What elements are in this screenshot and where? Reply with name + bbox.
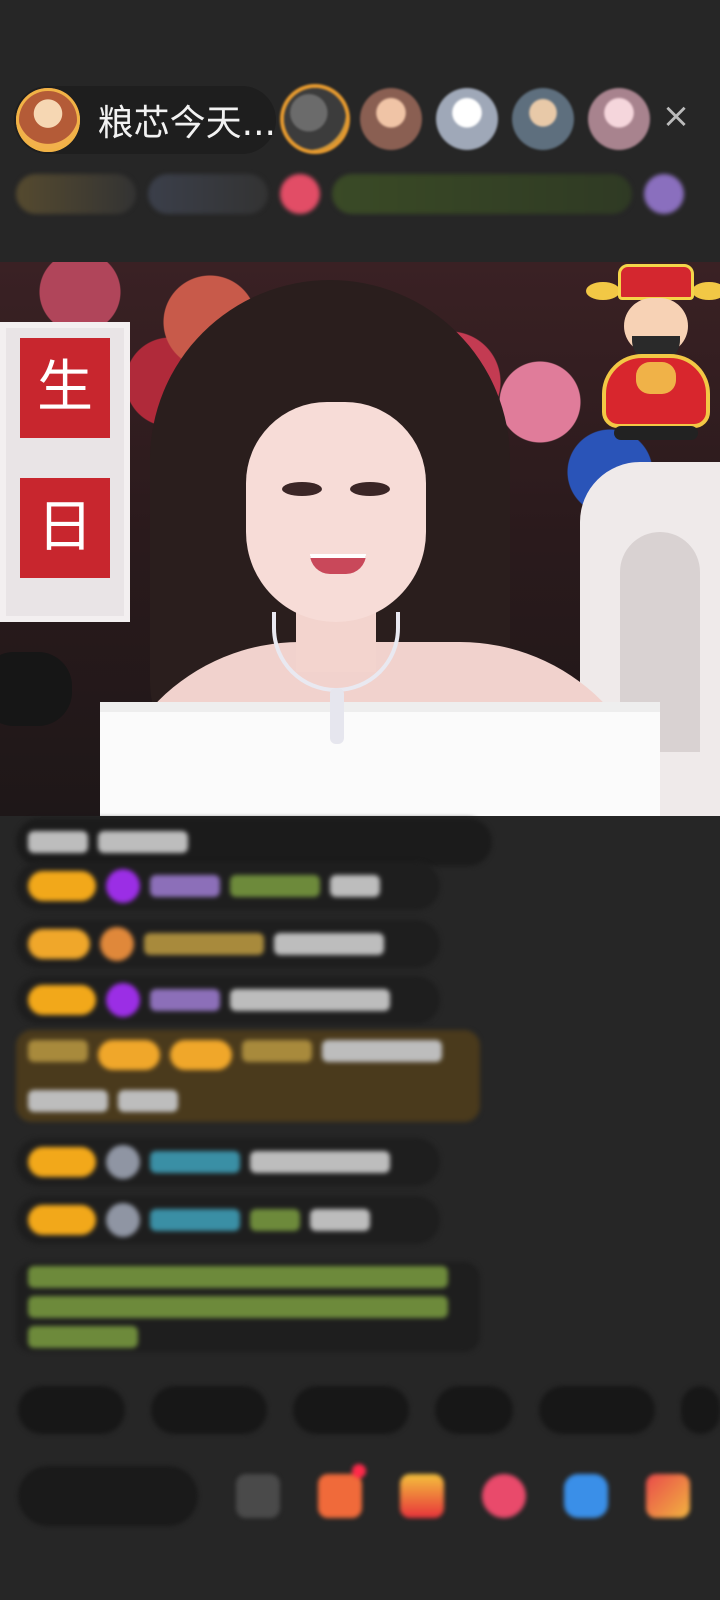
level-badge (28, 985, 96, 1015)
gem-icon (106, 983, 140, 1017)
chat-message[interactable] (16, 862, 440, 910)
gem-icon (106, 869, 140, 903)
status-badges-row (16, 172, 702, 216)
god-of-wealth-sticker-icon[interactable] (586, 264, 720, 444)
viewer-avatar[interactable] (588, 88, 650, 150)
viewer-avatar[interactable] (360, 88, 422, 150)
highlight-chat-message[interactable] (16, 1030, 480, 1122)
bottom-bar (18, 1456, 720, 1536)
quick-reply-row (18, 1386, 720, 1436)
level-badge (98, 1040, 160, 1070)
quick-reply-chip[interactable] (150, 1386, 267, 1434)
chat-message[interactable] (16, 976, 440, 1024)
host-info-pill[interactable]: 粮芯今天... (14, 86, 276, 154)
top-bar: 粮芯今天... × (14, 86, 706, 158)
chat-message[interactable] (16, 1196, 440, 1244)
activity-banner[interactable] (332, 174, 632, 214)
sign-char: 日 (20, 478, 110, 578)
system-notice (16, 1262, 480, 1352)
top-viewers-list (284, 88, 650, 150)
quick-reply-chip[interactable] (292, 1386, 410, 1434)
level-badge (28, 1147, 96, 1177)
heart-gift-icon[interactable] (482, 1474, 526, 1518)
necklace-pendant (330, 688, 344, 744)
chat-message[interactable] (16, 920, 440, 968)
emoji-icon[interactable] (236, 1474, 280, 1518)
gift-box-icon[interactable] (318, 1464, 366, 1518)
fan-icon (100, 927, 134, 961)
chat-message[interactable] (16, 1138, 440, 1186)
streamer-face (246, 402, 426, 622)
avatar-icon (106, 1203, 140, 1237)
quick-reply-chip[interactable] (435, 1386, 513, 1434)
streamer-dress (100, 702, 660, 816)
event-badge-icon[interactable] (280, 174, 320, 214)
chat-input[interactable] (18, 1466, 198, 1526)
quick-reply-chip[interactable] (681, 1386, 720, 1434)
level-badge (28, 1205, 96, 1235)
treasure-icon[interactable] (400, 1474, 444, 1518)
live-room-screen: 粮芯今天... × 生 日 (0, 0, 720, 1600)
game-icon[interactable] (564, 1474, 608, 1518)
popularity-badge[interactable] (148, 174, 268, 214)
rank-badge[interactable] (16, 174, 136, 214)
avatar-icon (106, 1145, 140, 1179)
viewer-avatar[interactable] (284, 88, 346, 150)
microphone (0, 652, 72, 726)
viewer-avatar[interactable] (436, 88, 498, 150)
birthday-sign: 生 日 (0, 322, 130, 622)
level-badge (170, 1040, 232, 1070)
chat-message[interactable] (16, 818, 492, 866)
sign-char: 生 (20, 338, 110, 438)
close-icon[interactable]: × (654, 94, 698, 138)
notification-dot (352, 1464, 366, 1478)
level-badge (28, 871, 96, 901)
host-avatar[interactable] (16, 88, 80, 152)
level-badge (28, 929, 90, 959)
activity-badge-icon[interactable] (644, 174, 684, 214)
gift-icon[interactable] (646, 1474, 690, 1518)
host-name[interactable]: 粮芯今天... (98, 94, 276, 146)
viewer-avatar[interactable] (512, 88, 574, 150)
quick-reply-chip[interactable] (18, 1386, 125, 1434)
quick-reply-chip[interactable] (538, 1386, 656, 1434)
